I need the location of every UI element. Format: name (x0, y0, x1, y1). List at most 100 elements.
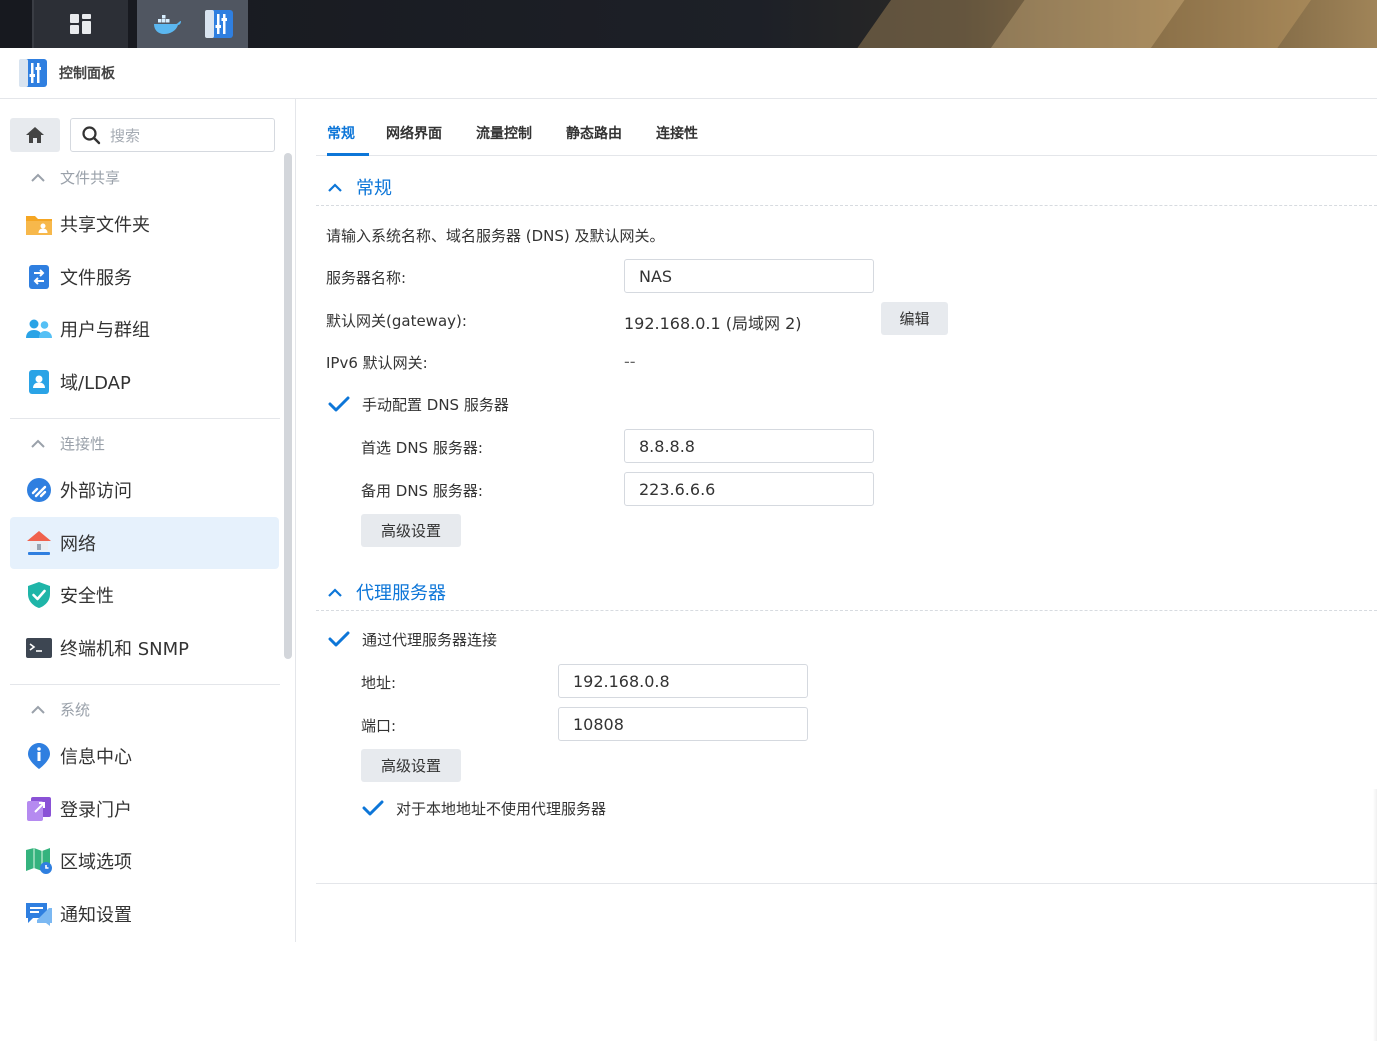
sidebar-item-users[interactable]: 用户与群组 (10, 303, 279, 355)
chevron-up-icon (328, 182, 342, 192)
checkmark-icon (328, 396, 350, 412)
file-services-icon (29, 265, 49, 289)
sidebar-item-file-services[interactable]: 文件服务 (10, 251, 279, 303)
info-icon (28, 743, 50, 769)
section-divider (316, 610, 1377, 611)
section-header-file-sharing[interactable]: 文件共享 (28, 167, 120, 188)
domain-ldap-icon (29, 370, 49, 394)
proxy-port-field[interactable]: 10808 (558, 707, 808, 741)
sidebar-item-label: 外部访问 (60, 481, 132, 502)
ipv6-gateway-label: IPv6 默认网关: (326, 354, 428, 372)
preferred-dns-field[interactable]: 8.8.8.8 (624, 429, 874, 463)
ipv6-gateway-value: -- (624, 352, 636, 371)
sidebar-item-label: 域/LDAP (60, 373, 131, 394)
chevron-up-icon (31, 705, 45, 714)
general-description: 请输入系统名称、域名服务器 (DNS) 及默认网关。 (326, 227, 665, 245)
window-titlebar: 控制面板 (0, 48, 1377, 99)
section-header-connectivity[interactable]: 连接性 (28, 433, 105, 454)
tab-network-interface[interactable]: 网络界面 (386, 123, 442, 143)
taskbar-open-apps (137, 0, 248, 48)
dns-advanced-settings-button[interactable]: 高级设置 (361, 514, 461, 547)
manual-dns-label: 手动配置 DNS 服务器 (362, 395, 509, 414)
control-panel-icon (204, 10, 233, 38)
use-proxy-checkbox[interactable]: 通过代理服务器连接 (328, 628, 497, 650)
server-name-label: 服务器名称: (326, 269, 407, 287)
server-name-field[interactable]: NAS (624, 259, 874, 293)
window-edge-shadow (1373, 789, 1377, 1041)
edit-gateway-button[interactable]: 编辑 (881, 302, 948, 335)
control-panel-app-button[interactable] (204, 9, 234, 39)
sidebar-item-terminal-snmp[interactable]: 终端机和 SNMP (10, 622, 279, 674)
chevron-up-icon (31, 173, 45, 182)
docker-whale-icon (153, 15, 181, 34)
section-divider (316, 205, 1377, 206)
sidebar-item-network[interactable]: 网络 (10, 517, 279, 569)
taskbar (0, 0, 1377, 48)
proxy-advanced-settings-button[interactable]: 高级设置 (361, 749, 461, 782)
section-label: 连接性 (60, 435, 106, 453)
sidebar-item-label: 共享文件夹 (60, 215, 150, 236)
docker-app-button[interactable] (152, 13, 182, 35)
sidebar-item-shared-folder[interactable]: 共享文件夹 (10, 198, 279, 250)
sidebar-item-domain-ldap[interactable]: 域/LDAP (10, 356, 279, 408)
proxy-port-label: 端口: (361, 717, 397, 735)
chevron-up-icon (328, 587, 342, 597)
sidebar-divider (10, 684, 280, 685)
main-menu-button[interactable] (32, 0, 128, 48)
sidebar-item-label: 区域选项 (60, 852, 132, 873)
sidebar-item-label: 信息中心 (60, 747, 132, 768)
bypass-local-checkbox[interactable]: 对于本地地址不使用代理服务器 (362, 797, 606, 819)
sidebar: 搜索 文件共享 共享文件夹 文件服务 用户与群组 域/LDAP 连接性 外部访问… (0, 99, 296, 942)
sidebar-item-login-portal[interactable]: 登录门户 (10, 783, 279, 835)
sidebar-item-external-access[interactable]: 外部访问 (10, 464, 279, 516)
control-panel-icon (19, 59, 47, 87)
sidebar-item-label: 用户与群组 (60, 320, 150, 341)
tab-bar: 常规 网络界面 流量控制 静态路由 连接性 (316, 99, 1377, 156)
tab-general[interactable]: 常规 (327, 123, 355, 143)
proxy-address-field[interactable]: 192.168.0.8 (558, 664, 808, 698)
sidebar-item-security[interactable]: 安全性 (10, 569, 279, 621)
section-header-system[interactable]: 系统 (28, 699, 90, 720)
search-input[interactable]: 搜索 (70, 118, 275, 152)
home-button[interactable] (10, 118, 60, 152)
notification-icon (26, 903, 52, 926)
main-panel: 常规 网络界面 流量控制 静态路由 连接性 常规 请输入系统名称、域名服务器 (… (296, 99, 1377, 1041)
gateway-label: 默认网关(gateway): (326, 312, 467, 330)
sidebar-item-notifications[interactable]: 通知设置 (10, 888, 279, 940)
chevron-up-icon (31, 439, 45, 448)
sidebar-scrollbar[interactable] (284, 153, 292, 659)
login-portal-icon (27, 797, 51, 821)
region-icon (26, 848, 52, 874)
search-icon (82, 126, 101, 145)
security-shield-icon (28, 582, 50, 608)
grid-menu-icon (70, 14, 91, 34)
tab-traffic-control[interactable]: 流量控制 (476, 123, 532, 143)
section-label: 系统 (60, 701, 91, 719)
alternate-dns-field[interactable]: 223.6.6.6 (624, 472, 874, 506)
checkmark-icon (362, 800, 384, 816)
search-placeholder: 搜索 (110, 126, 141, 145)
sidebar-item-label: 网络 (60, 534, 96, 555)
sidebar-item-info-center[interactable]: 信息中心 (10, 730, 279, 782)
gateway-value: 192.168.0.1 (局域网 2) (624, 314, 802, 333)
sidebar-item-label: 登录门户 (60, 800, 132, 821)
sidebar-item-label: 通知设置 (60, 905, 132, 926)
checkmark-icon (328, 631, 350, 647)
use-proxy-label: 通过代理服务器连接 (362, 630, 498, 649)
section-proxy-header[interactable]: 代理服务器 (328, 579, 446, 605)
terminal-icon (26, 638, 52, 658)
home-icon (26, 127, 44, 143)
section-label: 文件共享 (60, 169, 121, 187)
tab-static-route[interactable]: 静态路由 (566, 123, 622, 143)
section-general-header[interactable]: 常规 (328, 174, 392, 200)
active-tab-indicator (327, 153, 369, 156)
sidebar-divider (10, 418, 280, 419)
proxy-address-label: 地址: (361, 674, 397, 692)
sidebar-item-regional-options[interactable]: 区域选项 (10, 835, 279, 887)
section-title: 代理服务器 (356, 583, 446, 604)
preferred-dns-label: 首选 DNS 服务器: (361, 439, 483, 457)
tab-connectivity[interactable]: 连接性 (656, 123, 698, 143)
window-title: 控制面板 (59, 66, 115, 82)
bypass-local-label: 对于本地地址不使用代理服务器 (396, 799, 607, 818)
manual-dns-checkbox[interactable]: 手动配置 DNS 服务器 (328, 393, 509, 415)
